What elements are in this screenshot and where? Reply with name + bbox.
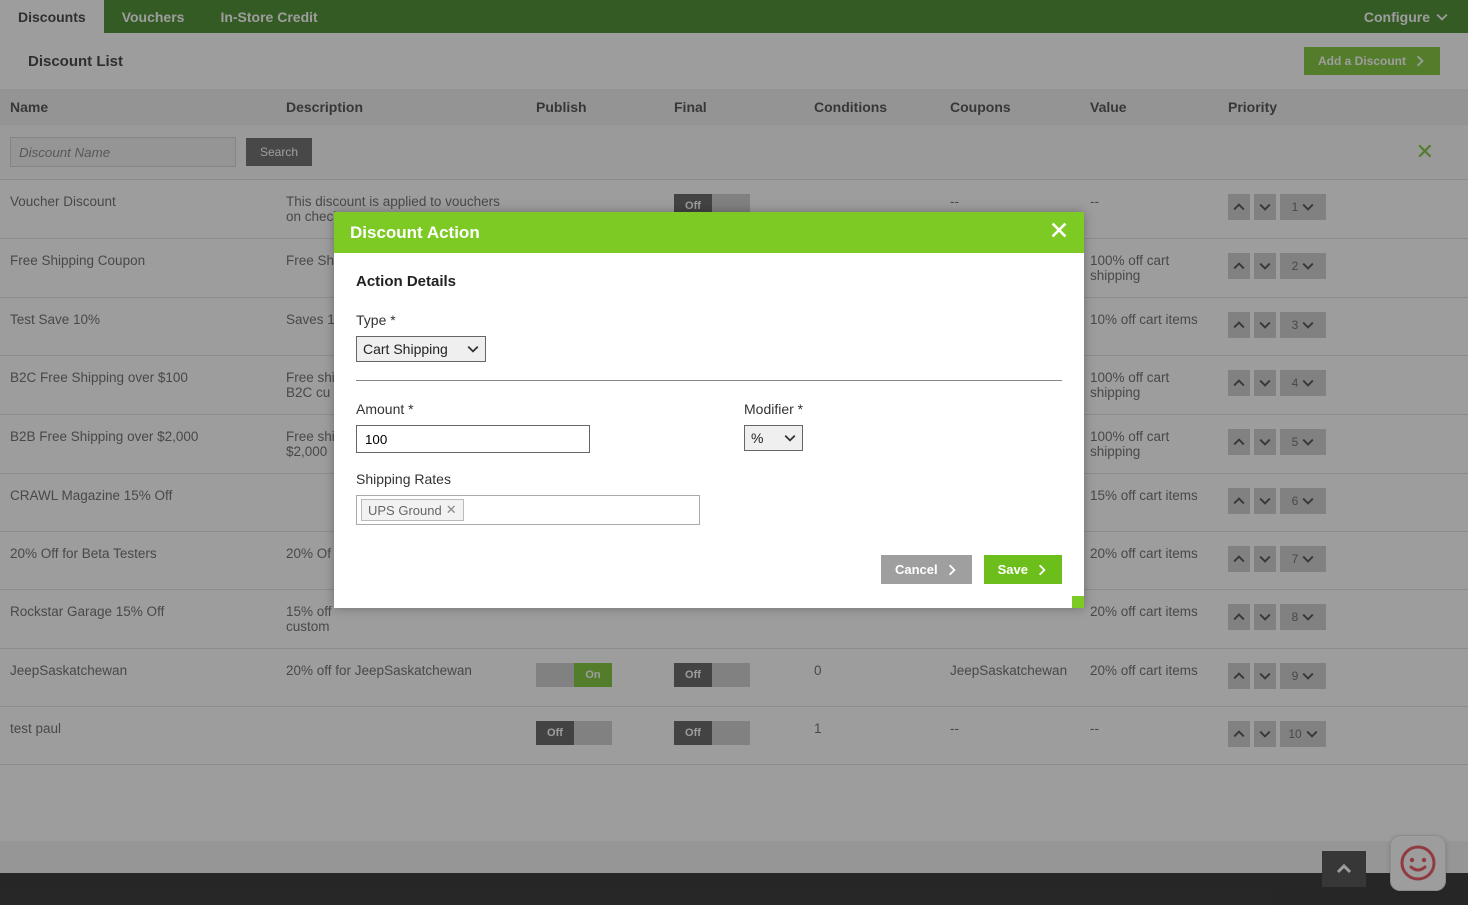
divider: [356, 380, 1062, 381]
amount-label: Amount *: [356, 401, 716, 417]
modal-title: Discount Action: [350, 223, 480, 243]
modifier-select[interactable]: %: [744, 425, 803, 451]
chevron-down-icon: [784, 432, 796, 444]
modal-header: Discount Action: [334, 212, 1084, 253]
save-label: Save: [998, 562, 1028, 577]
shipping-rates-label: Shipping Rates: [356, 471, 1062, 487]
discount-action-modal: Discount Action Action Details Type * Ca…: [334, 212, 1084, 608]
modifier-label: Modifier *: [744, 401, 803, 417]
action-details-heading: Action Details: [356, 273, 1062, 290]
type-select[interactable]: Cart Shipping: [356, 336, 486, 362]
modifier-value: %: [751, 430, 763, 446]
modal-body: Action Details Type * Cart Shipping Amou…: [334, 253, 1084, 608]
chevron-right-icon: [946, 564, 958, 576]
cancel-label: Cancel: [895, 562, 938, 577]
resize-handle[interactable]: [1072, 596, 1084, 608]
amount-input[interactable]: [356, 425, 590, 453]
cancel-button[interactable]: Cancel: [881, 555, 972, 584]
shipping-rates-input[interactable]: UPS Ground ✕: [356, 495, 700, 525]
chevron-down-icon: [467, 343, 479, 355]
close-icon: [1050, 221, 1068, 239]
chevron-right-icon: [1036, 564, 1048, 576]
type-label: Type *: [356, 312, 1062, 328]
modal-close-button[interactable]: [1050, 221, 1068, 244]
shipping-rate-tag-label: UPS Ground: [368, 503, 442, 518]
save-button[interactable]: Save: [984, 555, 1062, 584]
shipping-rate-tag: UPS Ground ✕: [361, 499, 464, 521]
app-root: Discounts Vouchers In-Store Credit Confi…: [0, 0, 1468, 765]
type-value: Cart Shipping: [363, 341, 448, 357]
tag-remove-icon[interactable]: ✕: [446, 502, 457, 518]
